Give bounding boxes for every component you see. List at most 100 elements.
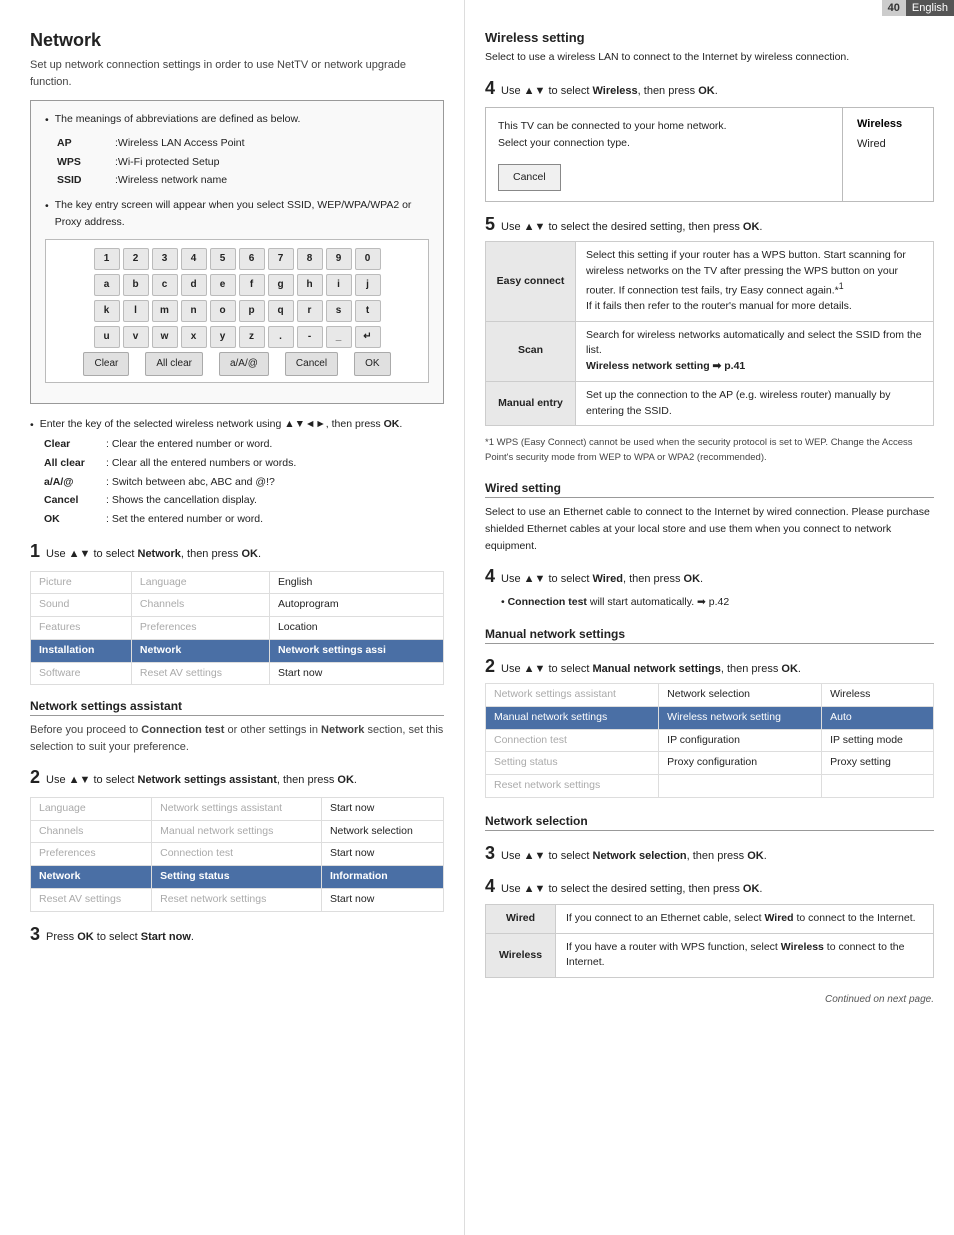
kb-key-dot[interactable]: . [268, 326, 294, 348]
kb-key-m[interactable]: m [152, 300, 178, 322]
kb-key-d[interactable]: d [181, 274, 207, 296]
kb-key-e[interactable]: e [210, 274, 236, 296]
menu-table-1: Picture Language English Sound Channels … [30, 571, 444, 686]
kb-key-o[interactable]: o [210, 300, 236, 322]
kb-cancel-button[interactable]: Cancel [285, 352, 338, 376]
ns-desc-wireless: If you have a router with WPS function, … [556, 933, 934, 978]
wired-setting-section: Wired setting Select to use an Ethernet … [485, 481, 934, 611]
kb-key-5[interactable]: 5 [210, 248, 236, 270]
mn-nsa: Network settings assistant [486, 684, 659, 707]
kb-key-9[interactable]: 9 [326, 248, 352, 270]
kb-key-p[interactable]: p [239, 300, 265, 322]
kb-key-j[interactable]: j [355, 274, 381, 296]
kb-key-w[interactable]: w [152, 326, 178, 348]
kb-key-f[interactable]: f [239, 274, 265, 296]
menu1-row-software: Software Reset AV settings Start now [31, 662, 444, 685]
menu2-startnow2: Start now [321, 797, 443, 820]
kb-key-v[interactable]: v [123, 326, 149, 348]
ns-step3-num: 3 [485, 843, 495, 864]
kb-key-h[interactable]: h [297, 274, 323, 296]
ws-desc-scan: Search for wireless networks automatical… [576, 321, 934, 381]
abbrev-val-wps: :Wi-Fi protected Setup [109, 154, 245, 171]
kb-key-i[interactable]: i [326, 274, 352, 296]
kb-allclear-button[interactable]: All clear [145, 352, 203, 376]
menu2-row-prefs: Preferences Connection test Start now [31, 843, 444, 866]
menu2-netsel: Network selection [321, 820, 443, 843]
abbrev-table: AP :Wireless LAN Access Point WPS :Wi-Fi… [55, 133, 247, 191]
kb-clear-button[interactable]: Clear [83, 352, 129, 376]
manual-network-section: Manual network settings 2 Use ▲▼ to sele… [485, 627, 934, 798]
ws-step4-line: 4 Use ▲▼ to select Wireless, then press … [485, 78, 934, 100]
kb-key-dash[interactable]: - [297, 326, 323, 348]
ns-label-wireless: Wireless [486, 933, 556, 978]
abbrev-val-ap: :Wireless LAN Access Point [109, 135, 245, 152]
abbrev-row-wps: WPS :Wi-Fi protected Setup [57, 154, 245, 171]
kb-key-b[interactable]: b [123, 274, 149, 296]
kb-key-1[interactable]: 1 [94, 248, 120, 270]
mn-conntest: Connection test [486, 729, 659, 752]
ns-step3-text: Use ▲▼ to select Network selection, then… [501, 848, 767, 865]
keyboard-section: 1 2 3 4 5 6 7 8 9 0 a b c d e f [45, 239, 429, 383]
ws-label-manual: Manual entry [486, 381, 576, 426]
mn-step2-line: 2 Use ▲▼ to select Manual network settin… [485, 656, 934, 678]
kb-key-c[interactable]: c [152, 274, 178, 296]
conn-option-wired[interactable]: Wired [857, 138, 919, 150]
kb-key-z[interactable]: z [239, 326, 265, 348]
right-column: Wireless setting Select to use a wireles… [465, 0, 954, 1235]
info-box: The meanings of abbreviations are define… [30, 100, 444, 404]
menu1-row-sound: Sound Channels Autoprogram [31, 594, 444, 617]
menu2-mns: Manual network settings [152, 820, 322, 843]
ws-step5-text: Use ▲▼ to select the desired setting, th… [501, 219, 762, 236]
kb-key-l[interactable]: l [123, 300, 149, 322]
key-entry-ata: a/A/@ : Switch between abc, ABC and @!? [44, 473, 444, 492]
kb-key-3[interactable]: 3 [152, 248, 178, 270]
key-entry-clear: Clear : Clear the entered number or word… [44, 435, 444, 454]
kb-key-8[interactable]: 8 [297, 248, 323, 270]
menu1-english: English [269, 571, 443, 594]
cancel-button[interactable]: Cancel [498, 164, 561, 191]
wireless-setting-section: Wireless setting Select to use a wireles… [485, 30, 934, 465]
kb-key-s[interactable]: s [326, 300, 352, 322]
ns-label-wired: Wired [486, 904, 556, 933]
page-container: Network Set up network connection settin… [0, 0, 954, 1235]
kb-key-0[interactable]: 0 [355, 248, 381, 270]
kb-key-6[interactable]: 6 [239, 248, 265, 270]
kb-key-k[interactable]: k [94, 300, 120, 322]
kb-key-a[interactable]: a [94, 274, 120, 296]
kb-key-y[interactable]: y [210, 326, 236, 348]
kb-key-q[interactable]: q [268, 300, 294, 322]
manual-network-table: Network settings assistant Network selec… [485, 683, 934, 798]
kb-row-a: a b c d e f g h i j [52, 274, 422, 296]
kb-key-4[interactable]: 4 [181, 248, 207, 270]
wireless-setting-title: Wireless setting [485, 30, 934, 45]
conn-type-box: This TV can be connected to your home ne… [485, 107, 934, 201]
abbrev-val-ssid: :Wireless network name [109, 172, 245, 189]
kb-ok-button[interactable]: OK [354, 352, 390, 376]
kb-key-t[interactable]: t [355, 300, 381, 322]
ws-label-scan: Scan [486, 321, 576, 381]
ns-step4-line: 4 Use ▲▼ to select the desired setting, … [485, 876, 934, 898]
kb-key-r[interactable]: r [297, 300, 323, 322]
kb-key-underscore[interactable]: _ [326, 326, 352, 348]
kb-key-n[interactable]: n [181, 300, 207, 322]
conn-option-wireless[interactable]: Wireless [857, 118, 919, 130]
kb-key-2[interactable]: 2 [123, 248, 149, 270]
ns-step4-text: Use ▲▼ to select the desired setting, th… [501, 881, 762, 898]
menu1-autoprogram: Autoprogram [269, 594, 443, 617]
mn-step2-text: Use ▲▼ to select Manual network settings… [501, 661, 801, 678]
kb-key-x[interactable]: x [181, 326, 207, 348]
kb-key-enter[interactable]: ↵ [355, 326, 381, 348]
menu1-software: Software [31, 662, 132, 685]
kb-key-g[interactable]: g [268, 274, 294, 296]
ws-step5-line: 5 Use ▲▼ to select the desired setting, … [485, 214, 934, 236]
step3-num: 3 [30, 924, 40, 945]
wired-step4-text: Use ▲▼ to select Wired, then press OK. [501, 571, 703, 588]
kb-ata-button[interactable]: a/A/@ [219, 352, 269, 376]
mn-row-conntest: Connection test IP configuration IP sett… [486, 729, 934, 752]
abbrev-row-ssid: SSID :Wireless network name [57, 172, 245, 189]
network-selection-title: Network selection [485, 814, 934, 831]
kb-key-u[interactable]: u [94, 326, 120, 348]
kb-key-7[interactable]: 7 [268, 248, 294, 270]
step2-text: Use ▲▼ to select Network settings assist… [46, 772, 357, 789]
mn-row-setstatus: Setting status Proxy configuration Proxy… [486, 752, 934, 775]
